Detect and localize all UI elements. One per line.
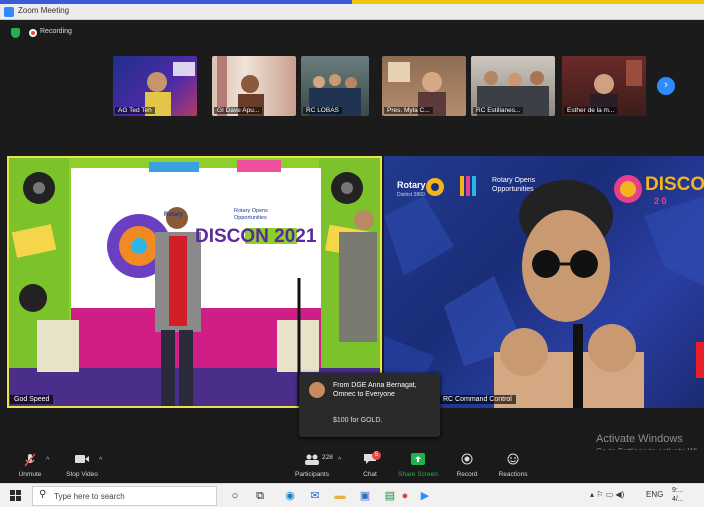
reactions-icon: [495, 453, 531, 467]
taskbar-search[interactable]: ⚲ Type here to search: [32, 486, 217, 506]
title-bar: Zoom Meeting: [0, 4, 704, 20]
chevron-up-icon[interactable]: ^: [46, 457, 49, 464]
participant-name: RC LOBAS: [303, 107, 342, 114]
microphone-muted-icon: [10, 453, 50, 467]
chat-label: Chat: [363, 471, 377, 478]
reactions-button[interactable]: Reactions: [495, 450, 531, 483]
cortana-icon[interactable]: ○: [227, 488, 243, 504]
chat-notification[interactable]: From DGE Anna Bernagat, Omnec to Everyon…: [299, 373, 440, 437]
recording-label: Recording: [40, 28, 72, 35]
event-label: DISCON: [645, 174, 704, 195]
unmute-label: Unmute: [18, 471, 42, 478]
participant-name: Esther de la m...: [564, 107, 618, 114]
language-indicator[interactable]: ENG: [646, 490, 663, 499]
unmute-button[interactable]: Unmute: [10, 450, 50, 483]
backdrop-org2-label: Rotary Opens Opportunities: [234, 208, 268, 221]
zoom-window: Zoom Meeting Recording AG Ted Teh GI Dav…: [0, 0, 704, 507]
store-icon[interactable]: ▣: [357, 488, 373, 504]
chevron-up-icon[interactable]: ^: [99, 457, 102, 464]
search-icon: ⚲: [39, 489, 47, 500]
recording-dot-icon: [29, 29, 37, 37]
share-screen-icon: [396, 453, 440, 467]
share-screen-label: Share Screen: [398, 471, 438, 478]
stop-video-button[interactable]: Stop Video: [60, 450, 104, 483]
participant-name: Pres. Myla C...: [384, 107, 433, 114]
district-label: District 3860: [397, 192, 425, 198]
record-label: Record: [456, 471, 478, 478]
participant-name: GI Dave Apu...: [214, 107, 263, 114]
clock-date: 4/...: [672, 496, 684, 503]
mail-icon[interactable]: ✉: [307, 488, 323, 504]
edge-icon[interactable]: ◉: [282, 488, 298, 504]
watermark-title: Activate Windows: [596, 433, 683, 445]
speaker-name: God Speed: [10, 395, 54, 404]
record-icon: [452, 453, 482, 467]
brand-label: Rotary: [397, 180, 426, 190]
participants-count: 228: [322, 454, 333, 461]
clock[interactable]: 9:... 4/...: [672, 486, 684, 504]
chevron-right-icon[interactable]: ›: [657, 77, 675, 95]
participant-thumbnail[interactable]: Esther de la m...: [562, 56, 646, 116]
participant-thumbnail[interactable]: GI Dave Apu...: [212, 56, 296, 116]
meeting-toolbar: Unmute ^ Stop Video ^ Participants 228 ^…: [0, 450, 704, 483]
chat-badge: 5: [372, 451, 381, 460]
speaker-video-tile[interactable]: God Speed Rotary Rotary Opens Opportunit…: [7, 156, 382, 408]
chat-message: $100 for GOLD.: [333, 417, 383, 424]
search-placeholder: Type here to search: [54, 492, 125, 501]
windows-start-icon[interactable]: [10, 490, 22, 502]
window-title: Zoom Meeting: [18, 6, 70, 15]
record-button[interactable]: Record: [452, 450, 482, 483]
participant-thumbnail[interactable]: RC Estillanes...: [471, 56, 555, 116]
participant-name: RC Estillanes...: [473, 107, 524, 114]
avatar: [309, 382, 325, 398]
chevron-up-icon[interactable]: ^: [338, 457, 341, 464]
participant-thumbnail[interactable]: Pres. Myla C...: [382, 56, 466, 116]
participant-video-tile[interactable]: Rotary District 3860 Rotary Opens Opport…: [384, 156, 704, 408]
windows-taskbar: ⚲ Type here to search ○ ⧉ ◉ ✉ ▬ ▣ ▤ ● ▶ …: [0, 483, 704, 507]
participant-name: RC Command Control: [439, 395, 516, 404]
stage-video: [9, 158, 380, 406]
reactions-label: Reactions: [498, 471, 528, 478]
share-screen-button[interactable]: Share Screen: [396, 450, 440, 483]
camera-icon: [60, 453, 104, 467]
stop-video-label: Stop Video: [66, 471, 98, 478]
task-view-icon[interactable]: ⧉: [252, 488, 268, 504]
participants-label: Participants: [295, 471, 329, 478]
backdrop-org-label: Rotary: [164, 212, 184, 218]
system-tray-icons[interactable]: ▴ ⚐ ▭ ◀): [590, 490, 624, 499]
shield-icon[interactable]: [11, 28, 20, 38]
chrome-icon[interactable]: ●: [397, 488, 413, 504]
event-year-label: 2 0: [654, 196, 667, 206]
zoom-taskbar-icon[interactable]: ▶: [417, 488, 433, 504]
excel-icon[interactable]: ▤: [382, 488, 398, 504]
participant-name: AG Ted Teh: [115, 107, 155, 114]
backdrop-event-label: DISCON 2021: [195, 226, 317, 247]
tagline-label: Rotary Opens Opportunities: [492, 177, 536, 193]
zoom-logo-icon: [4, 7, 14, 17]
participant-thumbnail[interactable]: RC LOBAS: [301, 56, 369, 116]
file-explorer-icon[interactable]: ▬: [332, 488, 348, 504]
clock-time: 9:...: [672, 487, 684, 494]
participant-thumbnail[interactable]: AG Ted Teh: [113, 56, 197, 116]
chat-sender: From DGE Anna Bernagat, Omnec to Everyon…: [333, 382, 417, 398]
